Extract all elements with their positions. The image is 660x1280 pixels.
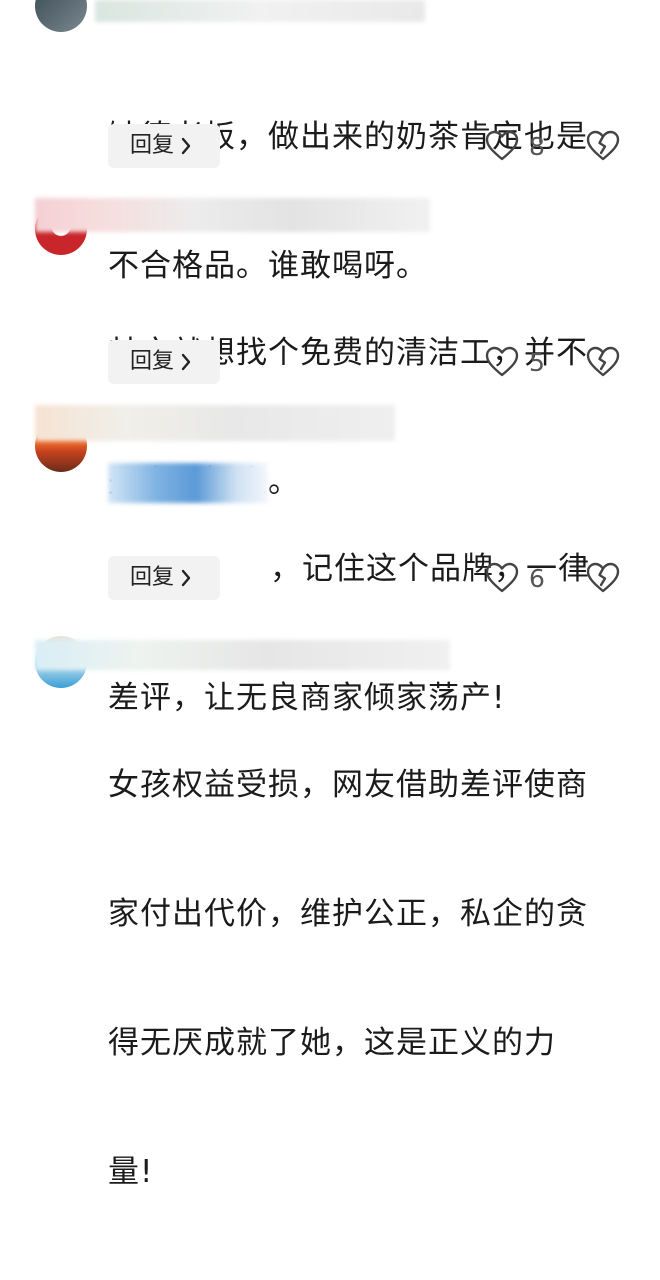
reply-button[interactable]: 回复 [108, 556, 220, 600]
comment-line: 女孩权益受损，网友借助差评使商 [108, 767, 588, 803]
reply-label: 回复 [130, 349, 175, 374]
username-redacted [35, 640, 450, 670]
like-button[interactable]: 6 [485, 556, 545, 600]
chevron-right-icon [181, 137, 191, 155]
chevron-right-icon [181, 569, 191, 587]
reply-label: 回复 [130, 565, 175, 590]
heart-outline-icon [485, 562, 519, 593]
reply-button[interactable]: 回复 [108, 340, 220, 384]
comment-line: 量! [108, 1154, 154, 1190]
comment-line: 得无厌成就了她，这是正义的力 [108, 1025, 556, 1061]
heart-outline-icon [485, 130, 519, 161]
like-button[interactable]: 5 [485, 340, 545, 384]
avatar[interactable] [35, 0, 87, 32]
comment-text: 女孩权益受损，网友借助差评使商 家付出代价，维护公正，私企的贪 得无厌成就了她，… [108, 678, 618, 1280]
broken-heart-icon[interactable] [586, 561, 620, 595]
heart-outline-icon [485, 346, 519, 377]
username-redacted [35, 198, 430, 232]
comment-line: 家付出代价，维护公正，私企的贪 [108, 896, 588, 932]
username-redacted [95, 0, 425, 22]
like-count: 8 [529, 131, 545, 161]
like-count: 6 [529, 563, 545, 593]
like-count: 5 [529, 347, 545, 377]
reply-label: 回复 [130, 133, 175, 158]
broken-heart-icon[interactable] [586, 345, 620, 379]
broken-heart-icon[interactable] [586, 129, 620, 163]
chevron-right-icon [181, 353, 191, 371]
like-button[interactable]: 8 [485, 124, 545, 168]
reply-button[interactable]: 回复 [108, 124, 220, 168]
username-redacted [35, 405, 395, 441]
